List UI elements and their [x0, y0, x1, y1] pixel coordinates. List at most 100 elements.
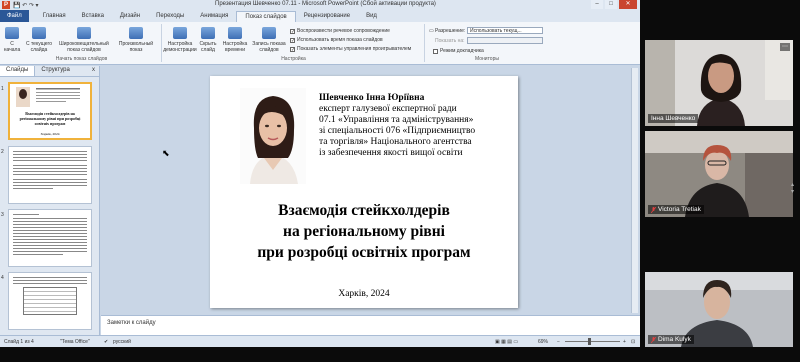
zoom-slider-handle[interactable]	[588, 338, 591, 345]
status-bar: Слайд 1 из 4 "Тема Office" ✔ русский ▣ ▦…	[0, 335, 640, 347]
hide-slide-button[interactable]: Скрыть слайд	[197, 27, 219, 53]
portrait-image	[240, 88, 306, 184]
tab-animations[interactable]: Анимация	[192, 11, 236, 22]
slide-thumbnail-4[interactable]	[8, 272, 92, 330]
current-slide[interactable]: Шевченко Інна Юріївна експерт галузевої …	[210, 76, 518, 308]
slide-title: Взаємодія стейкхолдерів на регіональному…	[220, 200, 508, 263]
author-line: зі спеціальності 076 «Підприємництво	[319, 126, 476, 136]
rehearse-timings-button[interactable]: Настройка времени	[221, 27, 249, 53]
author-photo	[240, 88, 306, 184]
broadcast-icon	[77, 27, 91, 39]
zoom-in-icon[interactable]: +	[623, 339, 626, 345]
slide-number: 2	[1, 149, 4, 155]
slides-panel-tabs: Слайды Структура x	[0, 66, 99, 77]
tab-review[interactable]: Рецензирование	[296, 11, 358, 22]
powerpoint-app-icon[interactable]: P	[2, 1, 10, 9]
quick-access-toolbar[interactable]: 💾 ↶ ↷ ▾	[13, 2, 39, 9]
slide-thumbnail-1[interactable]: Взаємодія стейкхолдерів на регіональному…	[8, 82, 92, 140]
custom-show-button[interactable]: Произвольный показ	[114, 27, 158, 53]
vertical-scrollbar[interactable]	[631, 68, 638, 313]
author-name: Шевченко Інна Юріївна	[319, 93, 425, 103]
tab-file[interactable]: Файл	[0, 10, 29, 22]
resolution-select[interactable]: Использовать текущ...	[467, 27, 543, 34]
screen: P 💾 ↶ ↷ ▾ Презентация Шевченко 07.11 - M…	[0, 0, 800, 362]
slide-title-line: при розробці освітніх програм	[257, 244, 471, 261]
author-info: Шевченко Інна Юріївна експерт галузевої …	[319, 93, 519, 159]
participant-name: Інна Шевченко	[651, 115, 696, 122]
monitor-icon: ▭	[429, 28, 434, 34]
tab-outline[interactable]: Структура	[35, 66, 75, 76]
language[interactable]: русский	[113, 339, 131, 345]
group-label-setup: Настройка	[281, 56, 306, 62]
participant-tile[interactable]: Інна Шевченко ⋯	[645, 40, 793, 126]
author-line: та торгівля» Національного агентства	[319, 137, 472, 147]
maximize-button[interactable]: □	[605, 0, 617, 9]
record-icon	[262, 27, 276, 39]
mouse-cursor-icon: ⬉	[162, 148, 170, 158]
close-panel-icon[interactable]: x	[88, 66, 99, 76]
window-controls: – □ ✕	[591, 0, 637, 9]
tab-view[interactable]: Вид	[358, 11, 385, 22]
participant-tile[interactable]: Victoria Tretiak	[645, 131, 793, 217]
slide-thumbnail-2[interactable]	[8, 146, 92, 204]
from-beginning-button[interactable]: С начала	[2, 27, 22, 53]
narration-checkbox[interactable]: ✓ Воспроизвести речевое сопровождение	[290, 28, 390, 34]
use-timings-checkbox[interactable]: ✓ Использовать время показа слайдов	[290, 37, 383, 43]
slide-editing-area[interactable]: Шевченко Інна Юріївна експерт галузевої …	[101, 66, 640, 315]
participant-tile[interactable]: Dima Kulyk	[645, 272, 793, 347]
tab-slides[interactable]: Слайды	[0, 66, 36, 76]
checkbox-empty-icon	[433, 48, 438, 54]
panel-scroll-arrows[interactable]: ▴ ▾	[791, 182, 797, 196]
tab-design[interactable]: Дизайн	[112, 11, 148, 22]
group-label-monitors: Мониторы	[475, 56, 499, 62]
thumbnail-city: Харків, 2024	[40, 132, 60, 136]
zoom-level[interactable]: 69%	[538, 339, 548, 345]
zoom-out-icon[interactable]: −	[557, 339, 560, 345]
group-setup: Настройка демонстрации Скрыть слайд Наст…	[163, 24, 425, 62]
setup-show-button[interactable]: Настройка демонстрации	[163, 27, 197, 53]
tab-transitions[interactable]: Переходы	[148, 11, 192, 22]
tab-slide-show[interactable]: Показ слайдов	[236, 11, 296, 22]
title-bar: P 💾 ↶ ↷ ▾ Презентация Шевченко 07.11 - M…	[0, 0, 640, 10]
checkbox-checked-icon: ✓	[290, 46, 296, 53]
author-line: 07.1 «Управління та адміністрування»	[319, 115, 474, 125]
resolution-label: Разрешение:	[435, 28, 466, 34]
minimize-button[interactable]: –	[591, 0, 603, 9]
more-options-icon[interactable]: ⋯	[780, 43, 790, 51]
record-slideshow-button[interactable]: Запись показа слайдов	[251, 27, 287, 53]
slide-number: 1	[1, 86, 4, 92]
author-line: із забезпечення якості вищої освіти	[319, 148, 463, 158]
show-on-select[interactable]	[467, 37, 543, 44]
thumbnail-title: Взаємодія стейкхолдерів на регіональному…	[19, 111, 81, 126]
slide-title-line: Взаємодія стейкхолдерів	[278, 202, 450, 219]
muted-mic-icon	[651, 336, 656, 343]
checkbox-checked-icon: ✓	[290, 37, 296, 44]
zoom-slider[interactable]	[565, 341, 620, 342]
participant-name: Dima Kulyk	[658, 336, 691, 343]
group-monitors: ▭ Разрешение: Использовать текущ... Пока…	[427, 24, 547, 62]
broadcast-button[interactable]: Широковещательный показ слайдов	[56, 27, 112, 53]
notes-pane[interactable]: Заметки к слайду	[101, 315, 640, 335]
participant-name-tag: Dima Kulyk	[648, 335, 694, 344]
muted-mic-icon	[651, 206, 656, 213]
media-controls-checkbox[interactable]: ✓ Показать элементы управления проигрыват…	[290, 46, 411, 52]
view-buttons[interactable]: ▣ ▦ ▤ ▭	[495, 339, 518, 345]
close-button[interactable]: ✕	[619, 0, 637, 9]
author-line: експерт галузевої експертної ради	[319, 104, 457, 114]
slide-counter: Слайд 1 из 4	[4, 339, 34, 345]
slideshow-icon	[5, 27, 19, 39]
group-label-start: Начать показ слайдов	[55, 56, 108, 62]
participant-name-tag: Victoria Tretiak	[648, 205, 704, 214]
participant-name-tag: Інна Шевченко	[648, 114, 699, 123]
tab-home[interactable]: Главная	[35, 11, 74, 22]
slide-title-line: на регіональному рівні	[283, 223, 445, 240]
clock-icon	[228, 27, 242, 39]
theme-name: "Тема Office"	[60, 339, 90, 345]
slide-city-year: Харків, 2024	[338, 289, 390, 299]
slide-thumbnail-3[interactable]	[8, 209, 92, 267]
spellcheck-icon[interactable]: ✔	[104, 339, 108, 345]
presenter-view-checkbox[interactable]: Режим докладчика	[433, 48, 484, 54]
fit-slide-icon[interactable]: ⊡	[631, 339, 635, 345]
from-current-slide-button[interactable]: С текущего слайда	[24, 27, 54, 53]
tab-insert[interactable]: Вставка	[74, 11, 112, 22]
